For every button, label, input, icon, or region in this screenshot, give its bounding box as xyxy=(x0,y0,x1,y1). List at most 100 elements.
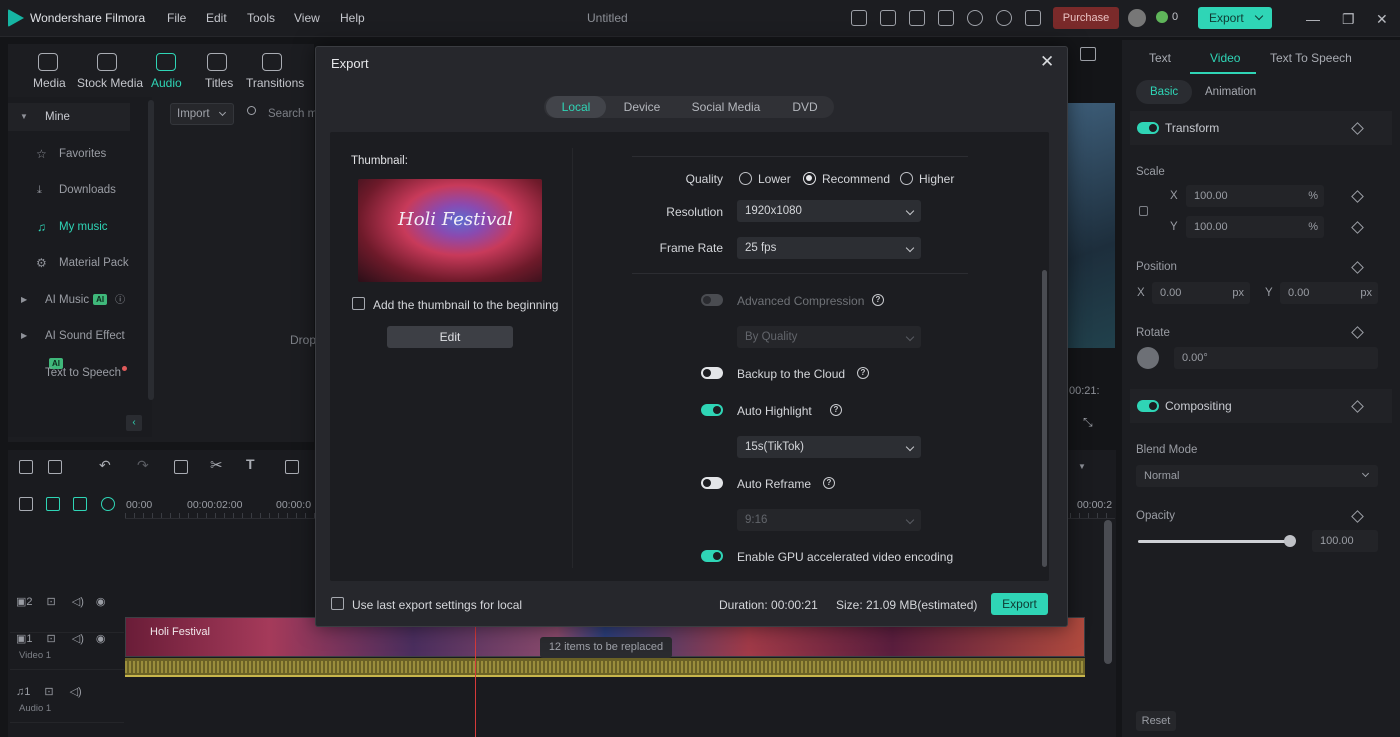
snapshot-icon[interactable] xyxy=(1080,47,1096,61)
help-icon[interactable]: ? xyxy=(872,294,884,306)
search-input[interactable]: Search m xyxy=(268,108,317,120)
transform-toggle[interactable] xyxy=(1137,122,1159,134)
sidebar-item-ai-music[interactable]: ▶ AI Music AI ⓘ xyxy=(8,286,130,314)
tab-device[interactable]: Device xyxy=(612,96,672,118)
layout-icon[interactable] xyxy=(19,460,33,474)
subtab-animation[interactable]: Animation xyxy=(1205,80,1256,104)
position-y-field[interactable]: 0.00 px xyxy=(1280,282,1378,304)
menu-edit[interactable]: Edit xyxy=(206,11,227,25)
cloud-icon[interactable] xyxy=(967,10,983,26)
edit-thumbnail-button[interactable]: Edit xyxy=(387,326,513,348)
resolution-select[interactable]: 1920x1080 xyxy=(737,200,921,222)
reset-button[interactable]: Reset xyxy=(1136,711,1176,731)
purchase-button[interactable]: Purchase xyxy=(1053,7,1119,29)
sidebar-item-ai-sound-effect[interactable]: ▶ AI Sound EffectAI xyxy=(8,322,130,369)
crop-icon[interactable] xyxy=(285,460,299,474)
highlight-duration-select[interactable]: 15s(TikTok) xyxy=(737,436,921,458)
tab-transitions[interactable]: Transitions xyxy=(246,76,304,90)
link-icon[interactable] xyxy=(46,497,60,511)
timeline-chevron-icon[interactable]: ▼ xyxy=(1078,462,1086,471)
sidebar-scrollbar[interactable] xyxy=(148,100,154,400)
tab-video[interactable]: Video xyxy=(1210,51,1240,65)
opacity-slider[interactable] xyxy=(1138,540,1290,543)
tab-text-to-speech[interactable]: Text To Speech xyxy=(1270,51,1352,65)
import-button[interactable]: Import xyxy=(170,103,234,125)
eye-icon[interactable]: ◉ xyxy=(96,596,106,608)
tab-social-media[interactable]: Social Media xyxy=(682,96,770,118)
settings-scrollbar[interactable] xyxy=(1042,270,1047,567)
opacity-field[interactable]: 100.00 xyxy=(1312,530,1378,552)
maximize-icon[interactable]: ❐ xyxy=(1342,11,1355,28)
menu-help[interactable]: Help xyxy=(340,11,365,25)
text-tool-icon[interactable]: T xyxy=(246,456,255,472)
use-last-settings-checkbox[interactable] xyxy=(331,597,344,610)
grid-icon[interactable] xyxy=(1025,10,1041,26)
compression-select[interactable]: By Quality xyxy=(737,326,921,348)
collapse-sidebar-icon[interactable]: ‹ xyxy=(126,415,142,431)
speaker-icon[interactable]: ◁) xyxy=(70,686,82,698)
save-icon[interactable] xyxy=(938,10,954,26)
track-header-audio1[interactable]: ♫1 ⊡ ◁) Audio 1 xyxy=(10,673,124,723)
help-icon[interactable]: ? xyxy=(857,367,869,379)
opacity-slider-handle[interactable] xyxy=(1284,535,1296,547)
auto-highlight-toggle[interactable] xyxy=(701,404,723,416)
export-button[interactable]: Export xyxy=(991,593,1048,615)
track-header-video1[interactable]: ▣1 ⊡ ◁) ◉ Video 1 xyxy=(10,620,124,670)
scale-y-field[interactable]: 100.00% xyxy=(1186,216,1324,238)
snap-icon[interactable] xyxy=(101,497,115,511)
media-icon[interactable] xyxy=(38,53,58,71)
menu-file[interactable]: File xyxy=(167,11,186,25)
avatar[interactable] xyxy=(1128,9,1146,27)
stock-media-icon[interactable] xyxy=(97,53,117,71)
transitions-icon[interactable] xyxy=(262,53,282,71)
tab-text[interactable]: Text xyxy=(1149,51,1171,65)
fullscreen-icon[interactable]: ⤡ xyxy=(1083,415,1093,430)
sidebar-item-favorites[interactable]: ☆ Favorites xyxy=(8,140,130,168)
monitor-icon[interactable] xyxy=(909,10,925,26)
quality-higher-radio[interactable] xyxy=(900,172,913,185)
frame-rate-select[interactable]: 25 fps xyxy=(737,237,921,259)
blend-mode-select[interactable]: Normal xyxy=(1136,465,1378,487)
add-thumbnail-checkbox[interactable] xyxy=(352,297,365,310)
reframe-ratio-select[interactable]: 9:16 xyxy=(737,509,921,531)
tab-audio[interactable]: Audio xyxy=(151,76,182,90)
minimize-icon[interactable]: — xyxy=(1306,11,1320,27)
headset-icon[interactable] xyxy=(996,10,1012,26)
cut-icon[interactable]: ✂ xyxy=(210,456,223,474)
gpu-toggle[interactable] xyxy=(701,550,723,562)
sidebar-item-mine[interactable]: ▼ Mine xyxy=(8,103,130,131)
magnet-icon[interactable] xyxy=(73,497,87,511)
tab-dvd[interactable]: DVD xyxy=(778,96,832,118)
help-icon[interactable]: ? xyxy=(830,404,842,416)
add-track-icon[interactable] xyxy=(19,497,33,511)
tab-titles[interactable]: Titles xyxy=(205,76,233,90)
lock-icon[interactable] xyxy=(1139,206,1148,216)
sidebar-item-downloads[interactable]: ⤓ Downloads xyxy=(8,176,130,204)
template-icon[interactable] xyxy=(880,10,896,26)
menu-view[interactable]: View xyxy=(294,11,320,25)
audio-waveform[interactable] xyxy=(125,658,1085,677)
rotate-dial[interactable] xyxy=(1137,347,1159,369)
undo-icon[interactable]: ↶ xyxy=(99,457,111,474)
close-window-icon[interactable]: ✕ xyxy=(1376,11,1388,28)
send-icon[interactable] xyxy=(851,10,867,26)
subtab-basic[interactable]: Basic xyxy=(1136,80,1193,104)
help-icon[interactable]: ? xyxy=(823,477,835,489)
auto-reframe-toggle[interactable] xyxy=(701,477,723,489)
menu-tools[interactable]: Tools xyxy=(247,11,275,25)
lock-icon[interactable]: ⊡ xyxy=(47,596,56,608)
redo-icon[interactable]: ↷ xyxy=(137,457,149,474)
titles-icon[interactable] xyxy=(207,53,227,71)
backup-cloud-toggle[interactable] xyxy=(701,367,723,379)
tab-media[interactable]: Media xyxy=(33,76,66,90)
eye-icon[interactable]: ◉ xyxy=(96,633,106,645)
compositing-toggle[interactable] xyxy=(1137,400,1159,412)
audio-icon[interactable] xyxy=(156,53,176,71)
select-tool-icon[interactable] xyxy=(48,460,62,474)
rotate-field[interactable]: 0.00° xyxy=(1174,347,1378,369)
position-x-field[interactable]: 0.00 px xyxy=(1152,282,1250,304)
speaker-icon[interactable]: ◁) xyxy=(72,633,84,645)
tab-local[interactable]: Local xyxy=(546,96,606,118)
quality-recommend-radio[interactable] xyxy=(803,172,816,185)
close-icon[interactable]: ✕ xyxy=(1040,52,1054,72)
